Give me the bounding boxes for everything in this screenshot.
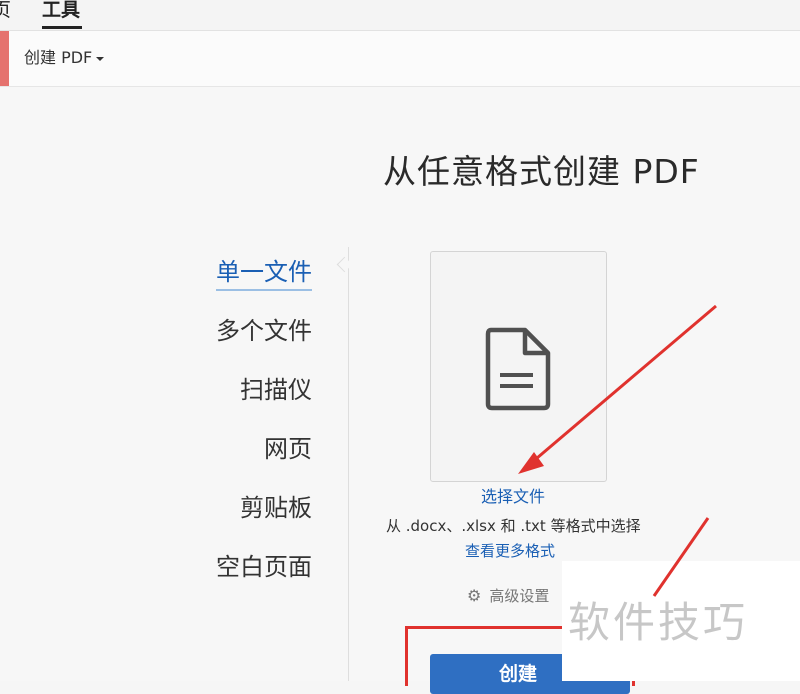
arrow-to-create-button bbox=[652, 517, 710, 597]
arrow-to-choose-file bbox=[518, 304, 717, 474]
annotation-arrows bbox=[518, 304, 717, 597]
